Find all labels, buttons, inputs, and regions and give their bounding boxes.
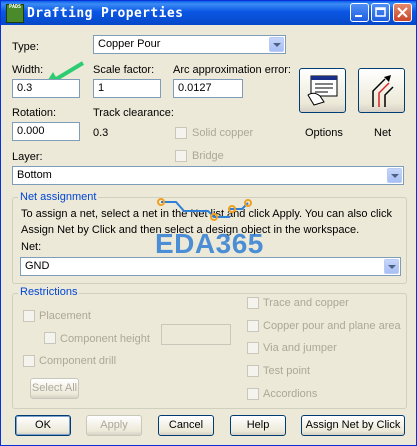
via-and-jumper-label: Via and jumper xyxy=(263,342,337,354)
component-drill-label: Component drill xyxy=(39,355,117,367)
close-icon xyxy=(397,7,408,18)
app-icon: PADS xyxy=(6,4,24,23)
ok-button[interactable]: OK xyxy=(15,415,71,436)
test-point-checkbox[interactable] xyxy=(247,365,259,377)
type-select-value: Copper Pour xyxy=(98,38,161,50)
width-input[interactable]: 0.3 xyxy=(12,79,80,98)
solid-copper-label: Solid copper xyxy=(192,127,254,139)
watermark: EDA365 xyxy=(155,228,264,259)
trace-and-copper-label: Trace and copper xyxy=(263,297,349,309)
arc-error-label: Arc approximation error: xyxy=(173,64,291,76)
component-height-label: Component height xyxy=(60,333,150,345)
select-all-button[interactable]: Select All xyxy=(30,378,79,399)
copper-pour-plane-checkbox[interactable] xyxy=(247,320,259,332)
chevron-down-icon[interactable] xyxy=(269,37,284,52)
component-height-input[interactable] xyxy=(161,324,231,345)
type-label: Type: xyxy=(12,41,39,53)
copper-pour-plane-label: Copper pour and plane area xyxy=(263,320,401,332)
placement-label: Placement xyxy=(39,310,91,322)
accordions-label: Accordions xyxy=(263,388,318,400)
bridge-checkbox[interactable] xyxy=(175,150,187,162)
scale-factor-input[interactable]: 1 xyxy=(93,79,161,98)
width-label: Width: xyxy=(12,64,44,76)
minimize-icon xyxy=(355,15,362,17)
help-button[interactable]: Help xyxy=(230,415,286,436)
drafting-properties-dialog: PADS Drafting Properties Type: Copper Po… xyxy=(0,0,417,446)
test-point-label: Test point xyxy=(263,365,311,377)
trace-and-copper-checkbox[interactable] xyxy=(247,297,259,309)
net-label-text: Net: xyxy=(21,241,42,253)
options-label: Options xyxy=(305,127,343,139)
title-bar[interactable]: PADS Drafting Properties xyxy=(1,1,416,25)
rotation-label: Rotation: xyxy=(12,107,57,119)
bridge-label: Bridge xyxy=(192,150,224,162)
watermark-circuit-icon xyxy=(157,198,252,221)
layer-select[interactable]: Bottom xyxy=(12,166,404,185)
chevron-down-icon[interactable] xyxy=(387,168,402,183)
solid-copper-checkbox[interactable] xyxy=(175,127,187,139)
net-label: Net xyxy=(374,127,392,139)
placement-checkbox[interactable] xyxy=(23,310,35,322)
scale-factor-label: Scale factor: xyxy=(93,64,155,76)
net-icon xyxy=(372,75,394,107)
apply-button[interactable]: Apply xyxy=(86,415,142,436)
chevron-down-icon[interactable] xyxy=(384,259,399,274)
net-select-value: GND xyxy=(25,260,50,272)
close-button[interactable] xyxy=(393,3,412,22)
net-button[interactable] xyxy=(358,68,405,113)
options-button[interactable] xyxy=(299,68,346,113)
options-icon xyxy=(307,75,338,106)
track-clearance-value: 0.3 xyxy=(93,127,109,139)
layer-select-value: Bottom xyxy=(17,169,52,181)
maximize-button[interactable] xyxy=(371,3,390,22)
net-assignment-title: Net assignment xyxy=(18,191,99,203)
track-clearance-label: Track clearance: xyxy=(93,107,174,119)
rotation-input[interactable]: 0.000 xyxy=(12,122,80,141)
via-and-jumper-checkbox[interactable] xyxy=(247,342,259,354)
assign-net-by-click-button[interactable]: Assign Net by Click xyxy=(301,415,405,436)
arc-error-input[interactable]: 0.0127 xyxy=(173,79,243,98)
maximize-icon xyxy=(375,7,386,17)
component-height-checkbox[interactable] xyxy=(44,332,56,344)
minimize-button[interactable] xyxy=(350,3,369,22)
layer-label: Layer: xyxy=(12,151,43,163)
cancel-button[interactable]: Cancel xyxy=(158,415,214,436)
accordions-checkbox[interactable] xyxy=(247,388,259,400)
component-drill-checkbox[interactable] xyxy=(23,355,35,367)
restrictions-title: Restrictions xyxy=(18,286,80,298)
type-select[interactable]: Copper Pour xyxy=(93,35,286,54)
window-title: Drafting Properties xyxy=(27,6,184,21)
